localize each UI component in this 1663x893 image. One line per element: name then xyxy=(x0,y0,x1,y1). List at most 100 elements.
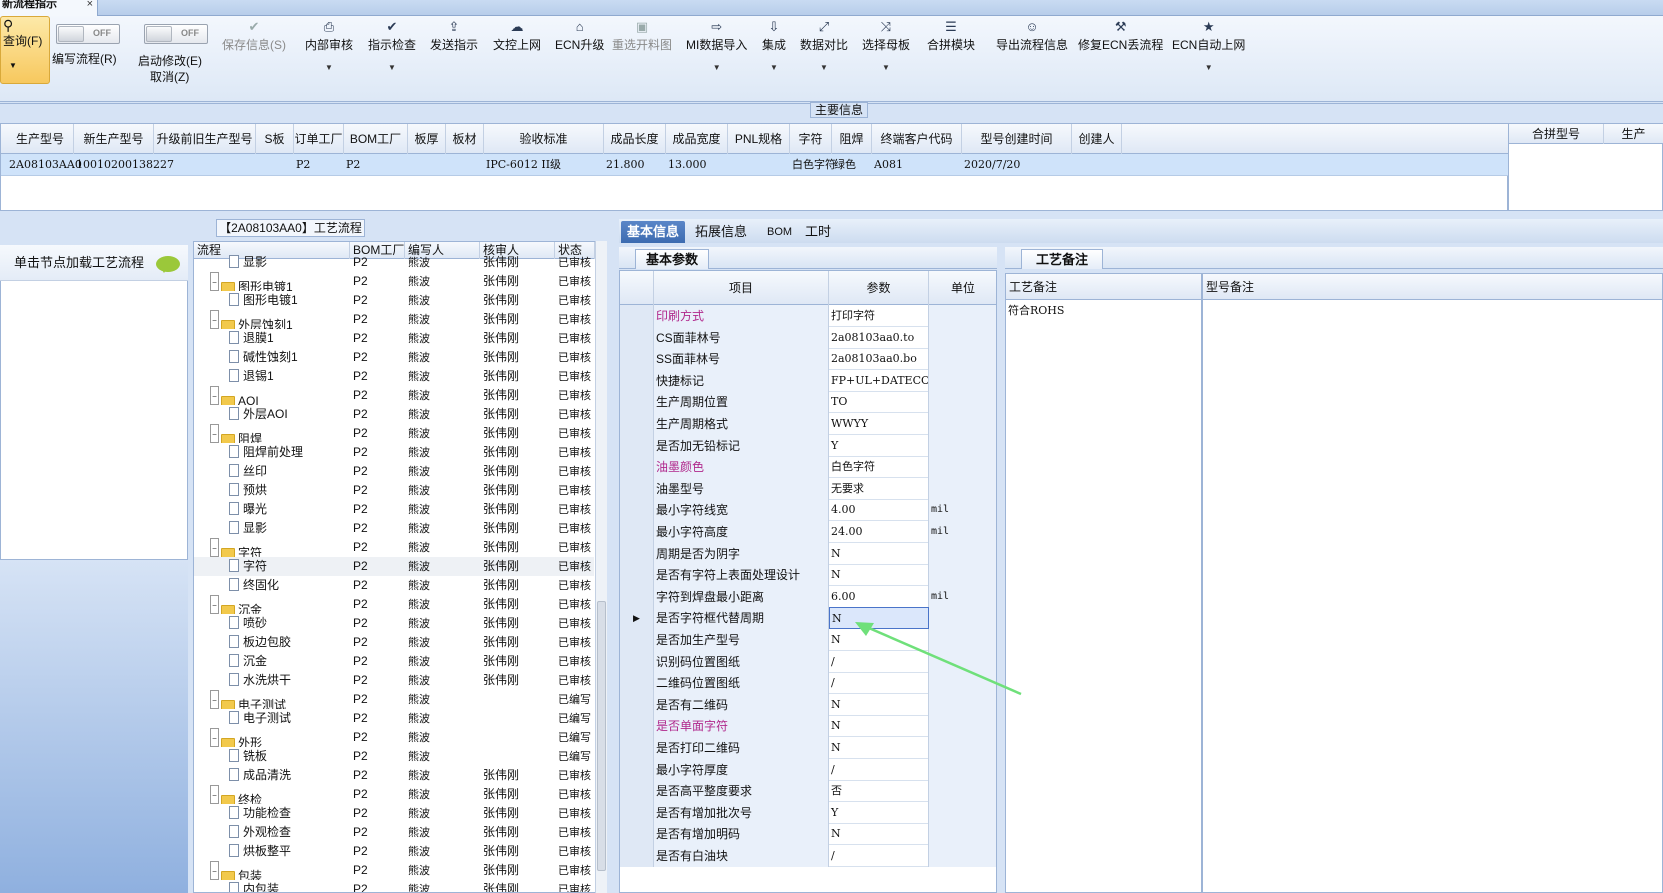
param-row[interactable]: SS面菲林号 2a08103aa0.bo xyxy=(620,348,996,371)
tree-node[interactable]: 功能检查 P2 熊波 张伟刚 已审核 xyxy=(194,804,594,823)
tree-node[interactable]: − 终检 P2 熊波 张伟刚 已审核 xyxy=(194,785,594,804)
param-value[interactable]: 白色字符 xyxy=(829,456,929,479)
tree-node[interactable]: 成品清洗 P2 熊波 张伟刚 已审核 xyxy=(194,766,594,785)
tab-extended-info[interactable]: 拓展信息 xyxy=(689,221,753,243)
tree-node[interactable]: 电子测试 P2 熊波 已编写 xyxy=(194,709,594,728)
param-row[interactable]: 生产周期位置 TO xyxy=(620,391,996,414)
collapse-toggle-icon[interactable]: − xyxy=(210,728,219,747)
param-value[interactable]: 6.00 xyxy=(829,585,929,608)
tree-node[interactable]: − 阻焊 P2 熊波 张伟刚 已审核 xyxy=(194,424,594,443)
param-row[interactable]: 最小字符厚度 / xyxy=(620,758,996,781)
collapse-toggle-icon[interactable]: − xyxy=(210,272,219,291)
param-value[interactable]: WWYY xyxy=(829,413,929,435)
collapse-toggle-icon[interactable]: − xyxy=(210,538,219,557)
params-grid[interactable]: 项目 参数 单位 印刷方式 打印字符 CS面菲林号 2a08103aa0.to SS面菲… xyxy=(619,270,997,893)
row-selector[interactable] xyxy=(620,780,654,803)
tree-node[interactable]: 退锡1 P2 熊波 张伟刚 已审核 xyxy=(194,367,594,386)
tree-node[interactable]: − 沉金 P2 熊波 张伟刚 已审核 xyxy=(194,595,594,614)
collapse-toggle-icon[interactable]: − xyxy=(210,785,219,804)
tree-node[interactable]: 丝印 P2 熊波 张伟刚 已审核 xyxy=(194,462,594,481)
row-selector[interactable] xyxy=(620,348,654,371)
model-notes-panel[interactable]: 型号备注 xyxy=(1202,273,1663,893)
param-value[interactable]: 2a08103aa0.to xyxy=(829,326,929,349)
tree-node[interactable]: 碱性蚀刻1 P2 熊波 张伟刚 已审核 xyxy=(194,348,594,367)
row-selector[interactable] xyxy=(620,326,654,349)
param-value[interactable]: N xyxy=(829,823,929,846)
param-row[interactable]: 是否有增加明码 N xyxy=(620,823,996,846)
tree-node[interactable]: 内包装 P2 熊波 张伟刚 已审核 xyxy=(194,880,594,892)
tree-node[interactable]: 预烘 P2 熊波 张伟刚 已审核 xyxy=(194,481,594,500)
chevron-down-icon[interactable]: ▼ xyxy=(368,63,416,72)
param-row[interactable]: ▶ 是否字符框代替周期 N xyxy=(620,607,996,630)
param-row[interactable]: CS面菲林号 2a08103aa0.to xyxy=(620,326,996,349)
tree-node[interactable]: − 字符 P2 熊波 张伟刚 已审核 xyxy=(194,538,594,557)
param-row[interactable]: 字符到焊盘最小距离 6.00 mil xyxy=(620,585,996,608)
row-selector[interactable] xyxy=(620,521,654,543)
query-button[interactable]: ⚲ 查询(F) ▼ xyxy=(0,16,50,84)
toolbar-button-9[interactable]: ⤢ 数据对比 ▼ xyxy=(800,18,848,72)
chevron-down-icon[interactable]: ▼ xyxy=(862,63,910,72)
row-selector[interactable] xyxy=(620,737,654,759)
table-row[interactable]: 2A08103AA0 10010200138227 P2 P2 IPC-6012 II级… xyxy=(1,154,1509,176)
tree-node[interactable]: 终固化 P2 熊波 张伟刚 已审核 xyxy=(194,576,594,595)
collapse-toggle-icon[interactable]: − xyxy=(210,861,219,880)
toolbar-button-5[interactable]: ⌂ ECN升级 xyxy=(555,18,604,53)
row-selector[interactable] xyxy=(620,542,654,565)
tab-basic-info[interactable]: 基本信息 xyxy=(621,221,686,243)
param-row[interactable]: 生产周期格式 WWYY xyxy=(620,413,996,435)
tree-node[interactable]: − AOI P2 熊波 张伟刚 已审核 xyxy=(194,386,594,405)
main-info-grid[interactable]: 生产型号 新生产型号 升级前旧生产型号 S板 订单工厂 BOM工厂 板厚 板材 验收标准 成品长度… xyxy=(0,123,1509,211)
param-value[interactable]: 4.00 xyxy=(829,499,929,522)
chevron-down-icon[interactable]: ▼ xyxy=(686,63,747,72)
row-selector[interactable] xyxy=(620,845,654,867)
param-value[interactable]: 2a08103aa0.bo xyxy=(829,348,929,371)
row-selector[interactable] xyxy=(620,391,654,414)
param-row[interactable]: 是否有字符上表面处理设计 N xyxy=(620,564,996,587)
close-icon[interactable]: × xyxy=(87,0,93,10)
param-row[interactable]: 周期是否为阴字 N xyxy=(620,542,996,565)
collapse-toggle-icon[interactable]: − xyxy=(210,595,219,614)
params-title[interactable]: 基本参数 xyxy=(635,249,710,269)
toolbar-button-11[interactable]: ☰ 合拼模块 xyxy=(927,18,975,53)
param-value[interactable]: / xyxy=(829,650,929,673)
row-selector[interactable] xyxy=(620,693,654,716)
tree-node[interactable]: 显影 P2 熊波 张伟刚 已审核 xyxy=(194,253,594,272)
param-value[interactable]: N xyxy=(829,629,929,651)
row-selector[interactable] xyxy=(620,434,654,457)
param-value[interactable]: / xyxy=(829,672,929,695)
param-row[interactable]: 最小字符线宽 4.00 mil xyxy=(620,499,996,522)
toolbar-button-14[interactable]: ★ ECN自动上网 ▼ xyxy=(1172,18,1245,72)
tree-node[interactable]: − 图形电镀1 P2 熊波 张伟刚 已审核 xyxy=(194,272,594,291)
tree-node[interactable]: 退膜1 P2 熊波 张伟刚 已审核 xyxy=(194,329,594,348)
tree-node[interactable]: 字符 P2 熊波 张伟刚 已审核 xyxy=(194,557,594,576)
param-value[interactable]: N xyxy=(829,607,929,630)
edit-flow-toggle[interactable]: OFF xyxy=(56,24,120,44)
tree-node[interactable]: 烘板整平 P2 熊波 张伟刚 已审核 xyxy=(194,842,594,861)
param-row[interactable]: 是否加生产型号 N xyxy=(620,629,996,651)
chevron-down-icon[interactable]: ▼ xyxy=(305,63,353,72)
param-value[interactable]: N xyxy=(829,715,929,738)
toolbar-button-4[interactable]: ☁ 文控上网 xyxy=(493,18,541,53)
row-selector[interactable] xyxy=(620,801,654,824)
row-selector[interactable] xyxy=(620,672,654,695)
tree-node[interactable]: − 外层蚀刻1 P2 熊波 张伟刚 已审核 xyxy=(194,310,594,329)
splitter[interactable] xyxy=(607,230,619,893)
row-selector[interactable] xyxy=(620,456,654,479)
param-row[interactable]: 二维码位置图纸 / xyxy=(620,672,996,695)
param-value[interactable]: N xyxy=(829,737,929,759)
param-row[interactable]: 是否高平整度要求否 xyxy=(620,780,996,803)
row-selector[interactable] xyxy=(620,413,654,435)
param-row[interactable]: 油墨型号 无要求 xyxy=(620,477,996,500)
toolbar-button-6[interactable]: ▣ 重选开料图 xyxy=(612,18,672,53)
document-tab[interactable]: 新流程指示 × xyxy=(0,0,98,16)
tree-node[interactable]: 显影 P2 熊波 张伟刚 已审核 xyxy=(194,519,594,538)
tree-node[interactable]: 板边包胶 P2 熊波 张伟刚 已审核 xyxy=(194,633,594,652)
param-value[interactable]: TO xyxy=(829,391,929,414)
param-row[interactable]: 是否有二维码 N xyxy=(620,693,996,716)
param-value[interactable]: FP+UL+DATECODE xyxy=(829,369,929,392)
toolbar-button-13[interactable]: ⚒ 修复ECN丢流程 xyxy=(1078,18,1163,53)
tree-node[interactable]: − 电子测试 P2 熊波 已编写 xyxy=(194,690,594,709)
tree-node[interactable]: 阻焊前处理 P2 熊波 张伟刚 已审核 xyxy=(194,443,594,462)
toolbar-button-10[interactable]: ⤨ 选择母板 ▼ xyxy=(862,18,910,72)
param-row[interactable]: 是否加无铅标记 Y xyxy=(620,434,996,457)
